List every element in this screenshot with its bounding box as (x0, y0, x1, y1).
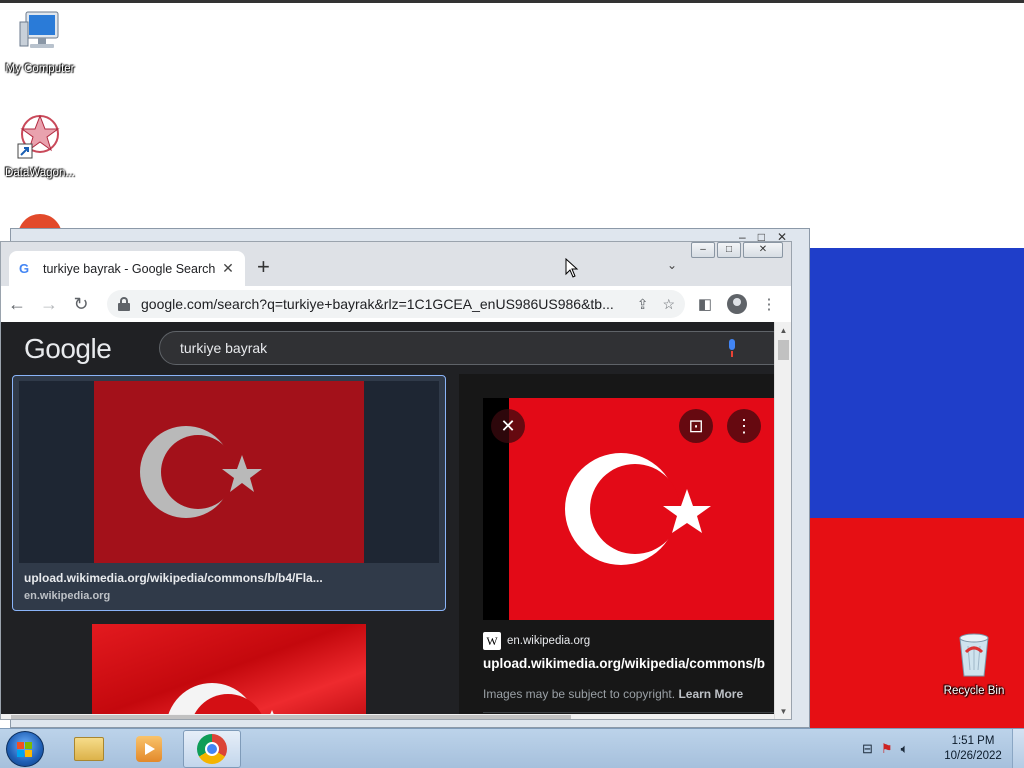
image-preview-panel: ✕ ⊡ ⋮ W en.wikipedia.org upload.wikimedi… (459, 374, 774, 719)
preview-image[interactable]: ✕ ⊡ ⋮ (483, 398, 774, 620)
tab-title: turkiye bayrak - Google Search (43, 261, 216, 276)
forward-arrow-icon[interactable]: → (33, 294, 65, 315)
taskbar-media-player[interactable] (120, 730, 178, 768)
toolbar-actions: ◧ ⋮ (693, 286, 781, 322)
windows-logo-icon (17, 742, 33, 758)
desktop-icon-label: My Computer (5, 63, 75, 75)
side-panel-icon[interactable]: ◧ (693, 295, 717, 313)
result-site[interactable]: en.wikipedia.org (24, 590, 110, 602)
tab-strip: G turkiye bayrak - Google Search ✕ + ⌄ –… (1, 242, 791, 286)
image-results-grid: upload.wikimedia.org/wikipedia/commons/b… (1, 374, 459, 719)
search-results-page: Google turkiye bayrak upload.wikimedia.o… (1, 322, 774, 719)
datawagon-icon (17, 114, 60, 159)
lock-icon[interactable] (117, 297, 131, 311)
preview-divider (483, 712, 774, 713)
clock-time: 1:51 PM (951, 735, 995, 747)
desktop-icon-recycle-bin[interactable]: Recycle Bin (934, 630, 1014, 697)
tab-search-chevron-icon[interactable]: ⌄ (667, 258, 677, 272)
close-preview-icon[interactable]: ✕ (491, 409, 525, 443)
clock-date: 10/26/2022 (944, 750, 1002, 762)
scroll-up-arrow-icon[interactable]: ▲ (775, 324, 791, 338)
browser-toolbar: ← → ↻ google.com/search?q=turkiye+bayrak… (1, 286, 791, 322)
new-tab-button[interactable]: + (257, 256, 270, 278)
turkish-flag-thumbnail (94, 381, 364, 563)
image-result-selected[interactable]: upload.wikimedia.org/wikipedia/commons/b… (12, 375, 446, 611)
wikipedia-icon: W (483, 632, 501, 650)
maximize-button[interactable]: □ (717, 242, 741, 258)
back-arrow-icon[interactable]: ← (1, 294, 33, 315)
tab-close-icon[interactable]: ✕ (221, 260, 235, 277)
share-icon[interactable]: ⇪ (637, 296, 649, 313)
preview-title-link[interactable]: upload.wikimedia.org/wikipedia/commons/b (483, 656, 765, 671)
copyright-text: Images may be subject to copyright. (483, 687, 676, 701)
lens-search-icon[interactable]: ⊡ (679, 409, 713, 443)
taskbar: ⊟ ⚑ 🔈︎ 1:51 PM 10/26/2022 (0, 728, 1024, 768)
reload-icon[interactable]: ↻ (65, 294, 97, 315)
wallpaper-blue-band (808, 248, 1024, 518)
learn-more-link[interactable]: Learn More (678, 687, 743, 701)
scroll-down-arrow-icon[interactable]: ▼ (775, 705, 791, 719)
network-icon[interactable]: ⊟ (862, 741, 873, 757)
show-desktop-button[interactable] (1012, 729, 1024, 768)
horizontal-scrollbar[interactable] (1, 714, 774, 719)
profile-avatar[interactable] (725, 294, 749, 314)
chrome-window[interactable]: G turkiye bayrak - Google Search ✕ + ⌄ –… (0, 241, 792, 720)
recycle-bin-icon (959, 633, 989, 677)
top-border (0, 0, 1024, 3)
google-header: Google turkiye bayrak (1, 322, 774, 374)
copyright-notice: Images may be subject to copyright. Lear… (483, 687, 743, 701)
google-g-icon: G (19, 261, 30, 276)
taskbar-clock[interactable]: 1:51 PM 10/26/2022 (938, 734, 1008, 764)
window-controls: – □ ✕ (691, 242, 783, 258)
vertical-scrollbar[interactable]: ▲ ▼ (774, 322, 791, 719)
address-bar[interactable]: google.com/search?q=turkiye+bayrak&rlz=1… (107, 290, 685, 318)
scroll-thumb[interactable] (778, 340, 789, 360)
tab-google-search[interactable]: G turkiye bayrak - Google Search ✕ (9, 251, 245, 286)
desktop-icon-label: Recycle Bin (943, 685, 1005, 697)
computer-icon (19, 11, 59, 48)
action-center-flag-icon[interactable]: ⚑ (881, 741, 893, 757)
search-input[interactable]: turkiye bayrak (159, 331, 774, 365)
desktop-icon-datawagon[interactable]: DataWagon... (0, 112, 80, 179)
taskbar-windows-explorer[interactable] (60, 730, 118, 768)
horizontal-scroll-thumb[interactable] (11, 715, 571, 719)
preview-source-name: en.wikipedia.org (507, 635, 591, 647)
address-url[interactable]: google.com/search?q=turkiye+bayrak&rlz=1… (141, 296, 623, 312)
search-query-text[interactable]: turkiye bayrak (180, 340, 267, 356)
start-button[interactable] (6, 731, 44, 767)
system-tray: ⊟ ⚑ 🔈︎ (862, 729, 908, 768)
microphone-icon[interactable] (726, 339, 738, 359)
folder-icon (74, 737, 104, 761)
more-options-icon[interactable]: ⋮ (727, 409, 761, 443)
volume-icon[interactable]: 🔈︎ (901, 741, 909, 757)
preview-source[interactable]: W en.wikipedia.org (483, 632, 590, 650)
close-window-button[interactable]: ✕ (743, 242, 783, 258)
chrome-icon (197, 734, 227, 764)
image-thumbnail[interactable] (19, 381, 439, 563)
google-logo[interactable]: Google (24, 333, 112, 365)
result-url[interactable]: upload.wikimedia.org/wikipedia/commons/b… (24, 571, 323, 585)
minimize-button[interactable]: – (691, 242, 715, 258)
media-player-icon (136, 736, 162, 762)
image-result-waving-flag[interactable] (92, 624, 366, 719)
chrome-menu-icon[interactable]: ⋮ (757, 295, 781, 313)
desktop-icon-label: DataWagon... (5, 167, 75, 179)
bookmark-star-icon[interactable]: ☆ (662, 296, 675, 313)
taskbar-google-chrome[interactable] (183, 730, 241, 768)
desktop-icon-my-computer[interactable]: My Computer (0, 8, 80, 75)
